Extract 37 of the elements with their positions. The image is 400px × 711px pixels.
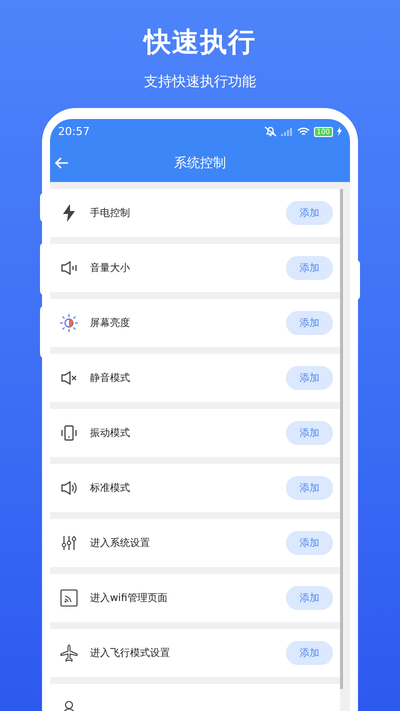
wifi-icon	[60, 589, 78, 607]
item-label: 进入飞行模式设置	[90, 646, 171, 660]
item-label: 静音模式	[90, 372, 131, 385]
add-button[interactable]: 添加	[286, 421, 333, 445]
sliders-icon	[61, 535, 77, 551]
item-label: 屏幕亮度	[90, 316, 131, 330]
wifi-icon	[296, 126, 310, 136]
signal-icon	[280, 127, 293, 136]
add-button[interactable]: 添加	[286, 366, 333, 390]
item-label: 标准模式	[90, 482, 131, 495]
charging-icon	[337, 127, 342, 136]
speaker-icon	[61, 481, 77, 495]
back-icon[interactable]	[55, 157, 69, 169]
airplane-icon	[60, 644, 78, 662]
brightness-icon	[60, 314, 78, 332]
add-button[interactable]: 添加	[286, 476, 333, 500]
bell-off-icon	[264, 126, 277, 137]
item-label: 振动模式	[90, 426, 131, 440]
scrollbar[interactable]	[340, 189, 343, 689]
item-label: 进入wifi管理页面	[90, 592, 168, 605]
screen-title: 系统控制	[174, 155, 226, 172]
status-time: 20:57	[58, 125, 90, 138]
speaker-icon	[61, 261, 77, 275]
vibrate-icon	[61, 425, 77, 441]
page-subtitle: 支持快速执行功能	[144, 73, 256, 92]
add-button[interactable]: 添加	[286, 641, 333, 665]
add-button[interactable]: 添加	[286, 256, 333, 280]
add-button[interactable]: 添加	[286, 586, 333, 610]
mute-icon	[60, 371, 78, 385]
add-button[interactable]: 添加	[286, 311, 333, 335]
lightning-icon	[61, 204, 77, 222]
add-button[interactable]: 添加	[286, 201, 333, 225]
item-label: 进入系统设置	[90, 536, 151, 550]
item-label: 音量大小	[90, 262, 131, 275]
page-title: 快速执行	[144, 26, 256, 60]
add-button[interactable]: 添加	[286, 531, 333, 555]
item-label: 手电控制	[90, 206, 131, 220]
